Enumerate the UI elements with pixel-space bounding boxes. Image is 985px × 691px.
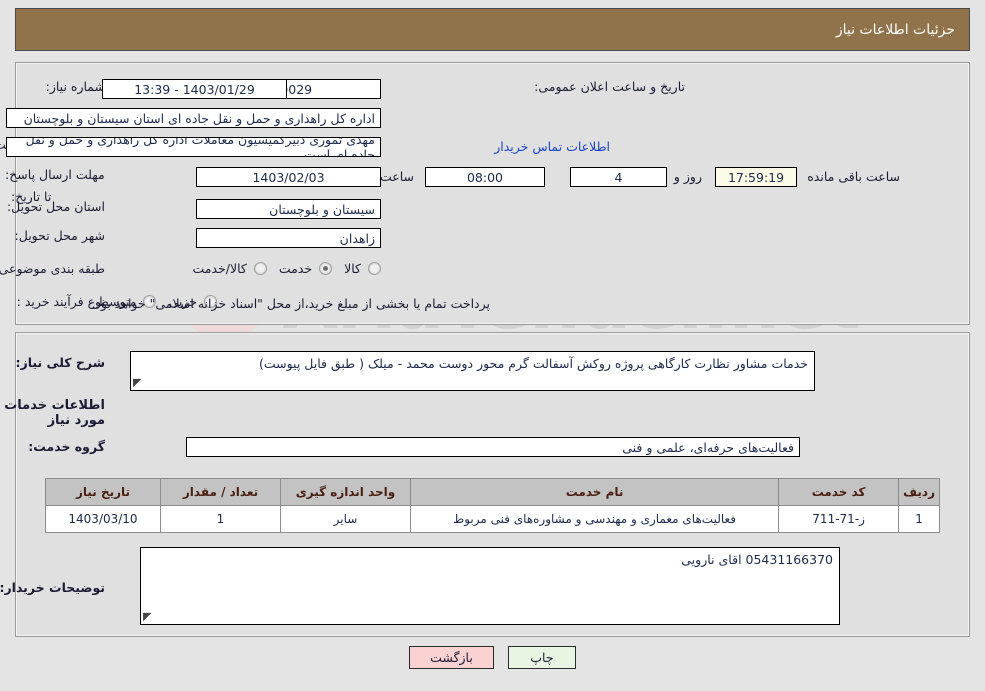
category-radio-khedmat[interactable] [319,262,333,275]
category-radio-kala-label: کالا [344,261,361,276]
back-button[interactable]: بازگشت [409,646,494,669]
col-need-date: تاریخ نیاز [45,478,161,506]
col-quantity: تعداد / مقدار [160,478,281,506]
announce-datetime-field[interactable]: 1403/01/29 - 13:39 [102,79,287,99]
resize-grip-icon[interactable]: ◥ [133,376,145,389]
service-group-field[interactable]: فعالیت‌های حرفه‌ای، علمی و فنی [186,437,800,457]
deadline-days-field[interactable]: 4 [570,167,667,187]
deadline-time-label: ساعت [379,169,414,184]
page-title: جزئیات اطلاعات نیاز [835,21,955,38]
buyer-notes-row: توضیحات خریدار: [0,580,105,595]
general-desc-label: شرح کلی نیاز: [15,355,105,370]
cell-unit: سایر [280,505,411,533]
category-radio-kala-khedmat-label: کالا/خدمت [192,261,247,276]
category-row: طبقه بندی موضوعی: [0,261,105,276]
requester-field[interactable]: مهدی ثموری دبیرکمیسیون معاملات اداره کل … [6,137,381,157]
table-row: 1 ز-71-711 فعالیت‌های معماری و مهندسی و … [45,505,940,533]
cell-name: فعالیت‌های معماری و مهندسی و مشاوره‌های … [409,505,780,533]
announce-datetime-row: تاریخ و ساعت اعلان عمومی: [528,79,685,94]
delivery-city-row: شهر محل تحویل: [9,228,105,243]
buyer-notes-label: توضیحات خریدار: [0,580,105,595]
buyer-notes-textarea[interactable]: 05431166370 اقای نارویی ◥ [140,547,840,625]
page-root: AriaTender.net جزئیات اطلاعات نیاز شماره… [0,0,985,691]
category-radio-khedmat-label: خدمت [278,261,313,276]
delivery-province-row: استان محل تحویل: [1,199,105,214]
category-radio-kala-khedmat[interactable] [253,262,267,275]
deadline-date-field[interactable]: 1403/02/03 [196,167,381,187]
delivery-city-label: شهر محل تحویل: [14,228,105,243]
service-group-label: گروه خدمت: [28,439,105,454]
cell-need-date: 1403/03/10 [45,505,161,533]
cell-quantity: 1 [160,505,281,533]
cell-index: 1 [898,505,940,533]
print-button[interactable]: چاپ [507,646,576,669]
cell-code: ز-71-711 [778,505,900,533]
table-header-row: ردیف کد خدمت نام خدمت واحد اندازه گیری ت… [45,478,940,506]
need-info-panel [15,62,970,325]
delivery-province-field[interactable]: سیستان و بلوچستان [196,199,381,219]
need-number-row: شماره نیاز: [40,79,105,94]
category-label: طبقه بندی موضوعی: [0,261,105,276]
col-code: کد خدمت [778,478,900,506]
deadline-days-separator: روز و [673,169,702,184]
general-desc-text: خدمات مشاور نظارت کارگاهی پروژه روکش آسف… [258,356,808,371]
buyer-contact-link[interactable]: اطلاعات تماس خریدار [494,139,610,154]
service-group-row: گروه خدمت: [22,439,105,454]
col-unit: واحد اندازه گیری [280,478,411,506]
services-heading: اطلاعات خدمات مورد نیاز [4,398,105,428]
announce-datetime-label: تاریخ و ساعت اعلان عمومی: [534,79,685,94]
delivery-city-field[interactable]: زاهدان [196,228,381,248]
category-radio-kala[interactable] [368,262,381,275]
delivery-province-label: استان محل تحویل: [6,199,105,214]
buyer-notes-text: 05431166370 اقای نارویی [681,552,833,567]
category-radio-group: کالا خدمت کالا/خدمت [184,261,381,276]
deadline-countdown-field: 17:59:19 [715,167,797,187]
page-header: جزئیات اطلاعات نیاز [15,8,970,51]
col-name: نام خدمت [409,478,780,506]
general-desc-textarea[interactable]: خدمات مشاور نظارت کارگاهی پروژه روکش آسف… [130,351,815,391]
action-buttons: بازگشت چاپ [0,646,985,669]
deadline-remaining-label: ساعت باقی مانده [807,169,900,184]
purchase-type-note: پرداخت تمام یا بخشی از مبلغ خرید،از محل … [91,296,490,311]
need-number-label: شماره نیاز: [45,79,105,94]
resize-grip-icon[interactable]: ◥ [143,610,155,623]
col-index: ردیف [898,478,940,506]
buyer-org-field[interactable]: اداره کل راهداری و حمل و نقل جاده ای است… [6,108,381,128]
deadline-time-field[interactable]: 08:00 [425,167,545,187]
general-desc-row: شرح کلی نیاز: [10,355,105,370]
services-table: ردیف کد خدمت نام خدمت واحد اندازه گیری ت… [45,478,940,533]
